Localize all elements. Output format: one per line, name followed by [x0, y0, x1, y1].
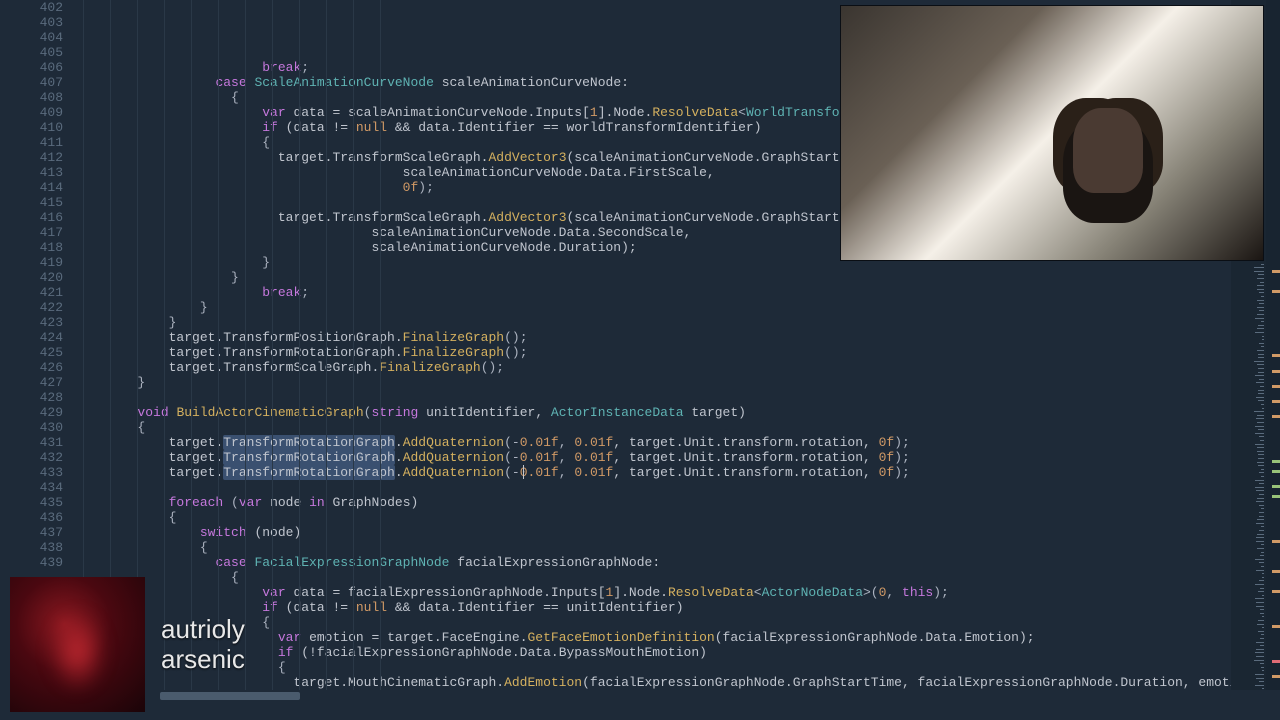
code-line[interactable]: break;: [75, 285, 1280, 300]
line-number: 429: [0, 405, 63, 420]
code-line[interactable]: target.TransformRotationGraph.AddQuatern…: [75, 435, 1280, 450]
code-line[interactable]: if (!facialExpressionGraphNode.Data.Bypa…: [75, 645, 1280, 660]
line-number: 407: [0, 75, 63, 90]
line-number: 433: [0, 465, 63, 480]
code-line[interactable]: var emotion = target.FaceEngine.GetFaceE…: [75, 630, 1280, 645]
line-number: 420: [0, 270, 63, 285]
minimap-marker[interactable]: [1272, 495, 1280, 498]
line-number: 439: [0, 555, 63, 570]
code-line[interactable]: {: [75, 540, 1280, 555]
line-number: 413: [0, 165, 63, 180]
code-line[interactable]: }: [75, 375, 1280, 390]
line-number: 424: [0, 330, 63, 345]
webcam-overlay: [840, 5, 1264, 261]
minimap-marker[interactable]: [1272, 354, 1280, 357]
line-number: 402: [0, 0, 63, 15]
line-number: 419: [0, 255, 63, 270]
minimap-marker[interactable]: [1272, 590, 1280, 593]
line-number: 432: [0, 450, 63, 465]
line-number: 421: [0, 285, 63, 300]
line-number: 423: [0, 315, 63, 330]
minimap-marker[interactable]: [1272, 385, 1280, 388]
line-number: 436: [0, 510, 63, 525]
minimap-marker[interactable]: [1272, 415, 1280, 418]
line-number: 437: [0, 525, 63, 540]
minimap-marker[interactable]: [1272, 400, 1280, 403]
line-number: 403: [0, 15, 63, 30]
line-number: 430: [0, 420, 63, 435]
code-line[interactable]: switch (node): [75, 525, 1280, 540]
line-number: 405: [0, 45, 63, 60]
line-number: 428: [0, 390, 63, 405]
code-line[interactable]: target.MouthCinematicGraph.AddEmotion(fa…: [75, 675, 1280, 690]
minimap-marker[interactable]: [1272, 625, 1280, 628]
line-number: 409: [0, 105, 63, 120]
line-number: 425: [0, 345, 63, 360]
code-line[interactable]: {: [75, 420, 1280, 435]
code-line[interactable]: [75, 480, 1280, 495]
line-number: 435: [0, 495, 63, 510]
code-line[interactable]: case FacialExpressionGraphNode facialExp…: [75, 555, 1280, 570]
code-line[interactable]: }: [75, 315, 1280, 330]
line-number: 438: [0, 540, 63, 555]
minimap-marker[interactable]: [1272, 570, 1280, 573]
line-number: 422: [0, 300, 63, 315]
line-number: 412: [0, 150, 63, 165]
minimap-marker[interactable]: [1272, 460, 1280, 463]
line-number: 404: [0, 30, 63, 45]
code-line[interactable]: target.TransformRotationGraph.FinalizeGr…: [75, 345, 1280, 360]
line-number: 415: [0, 195, 63, 210]
line-number: 410: [0, 120, 63, 135]
minimap-marker[interactable]: [1272, 290, 1280, 293]
text-cursor: [523, 465, 524, 479]
stream-chat-overlay: autrioly arsenic: [10, 577, 245, 712]
code-line[interactable]: void BuildActorCinematicGraph(string uni…: [75, 405, 1280, 420]
code-line[interactable]: foreach (var node in GraphNodes): [75, 495, 1280, 510]
minimap-marker[interactable]: [1272, 675, 1280, 678]
line-number: 411: [0, 135, 63, 150]
line-number: 431: [0, 435, 63, 450]
code-line[interactable]: var data = facialExpressionGraphNode.Inp…: [75, 585, 1280, 600]
line-number: 426: [0, 360, 63, 375]
minimap-marker[interactable]: [1272, 270, 1280, 273]
line-number: 417: [0, 225, 63, 240]
minimap-marker[interactable]: [1272, 660, 1280, 663]
minimap-marker[interactable]: [1272, 470, 1280, 473]
minimap-marker[interactable]: [1272, 370, 1280, 373]
code-line[interactable]: target.TransformRotationGraph.AddQuatern…: [75, 465, 1280, 480]
code-line[interactable]: }: [75, 270, 1280, 285]
code-line[interactable]: {: [75, 660, 1280, 675]
code-line[interactable]: {: [75, 510, 1280, 525]
code-line[interactable]: }: [75, 300, 1280, 315]
code-line[interactable]: if (data != null && data.Identifier == u…: [75, 600, 1280, 615]
minimap-markers[interactable]: [1266, 0, 1280, 690]
line-number: 416: [0, 210, 63, 225]
minimap-marker[interactable]: [1272, 485, 1280, 488]
line-number: 434: [0, 480, 63, 495]
line-number: 408: [0, 90, 63, 105]
chat-username: autrioly arsenic: [161, 615, 245, 675]
code-line[interactable]: {: [75, 570, 1280, 585]
code-line[interactable]: [75, 390, 1280, 405]
code-line[interactable]: target.TransformRotationGraph.AddQuatern…: [75, 450, 1280, 465]
line-number: 414: [0, 180, 63, 195]
line-number: 418: [0, 240, 63, 255]
minimap-marker[interactable]: [1272, 540, 1280, 543]
chat-avatar: [10, 577, 145, 712]
code-line[interactable]: {: [75, 615, 1280, 630]
code-line[interactable]: target.TransformScaleGraph.FinalizeGraph…: [75, 360, 1280, 375]
code-line[interactable]: target.TransformPositionGraph.FinalizeGr…: [75, 330, 1280, 345]
line-number: 406: [0, 60, 63, 75]
line-number: 427: [0, 375, 63, 390]
